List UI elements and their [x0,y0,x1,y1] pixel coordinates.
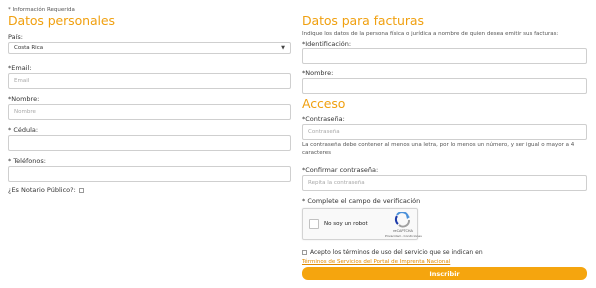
notary-label: ¿Es Notario Público?: [8,186,76,194]
personal-data-title: Datos personales [8,13,115,28]
id-field[interactable] [8,135,291,151]
billing-id-field[interactable] [302,48,587,64]
billing-name-field[interactable] [302,78,587,94]
email-label: *Email: [8,64,32,72]
billing-description: Indique los datos de la persona física o… [302,31,559,37]
notary-row: ¿Es Notario Público?: [8,186,84,194]
captcha-label: * Complete el campo de verificación [302,197,421,205]
recaptcha-text: No soy un robot [324,221,368,227]
name-label: *Nombre: [8,95,40,103]
access-title: Acceso [302,96,346,111]
notary-checkbox[interactable] [78,187,84,193]
confirm-password-label: *Confirmar contraseña: [302,166,379,174]
password-label: *Contraseña: [302,115,345,123]
terms-link[interactable]: Términos de Servicios del Portal de Impr… [302,259,450,265]
recaptcha-logo-icon [391,211,415,228]
recaptcha-privacy-link[interactable]: Privacidad - Condiciones [385,234,422,238]
confirm-password-field[interactable] [302,175,587,191]
password-field[interactable] [302,124,587,140]
terms-row: Acepto los términos de uso del servicio … [302,249,483,256]
billing-title: Datos para facturas [302,13,424,28]
terms-text: Acepto los términos de uso del servicio … [310,249,483,256]
email-field[interactable] [8,73,291,89]
chevron-down-icon: ▼ [281,45,285,51]
country-label: País: [8,33,23,41]
terms-checkbox[interactable] [302,250,307,255]
phones-label: * Teléfonos: [8,157,46,165]
submit-button[interactable]: Inscribir [302,267,587,280]
recaptcha-widget: No soy un robot reCAPTCHA Privacidad - C… [302,208,422,240]
country-select[interactable]: Costa Rica ▼ [8,42,291,54]
password-hint: La contraseña debe contener al menos una… [302,142,575,156]
billing-id-label: *Identificación: [302,40,352,48]
recaptcha-checkbox[interactable] [309,219,319,229]
name-field[interactable] [8,104,291,120]
country-select-value: Costa Rica [14,45,44,51]
phones-field[interactable] [8,166,291,182]
billing-name-label: *Nombre: [302,69,334,77]
id-label: * Cédula: [8,126,39,134]
recaptcha-brand: reCAPTCHA [393,229,413,233]
